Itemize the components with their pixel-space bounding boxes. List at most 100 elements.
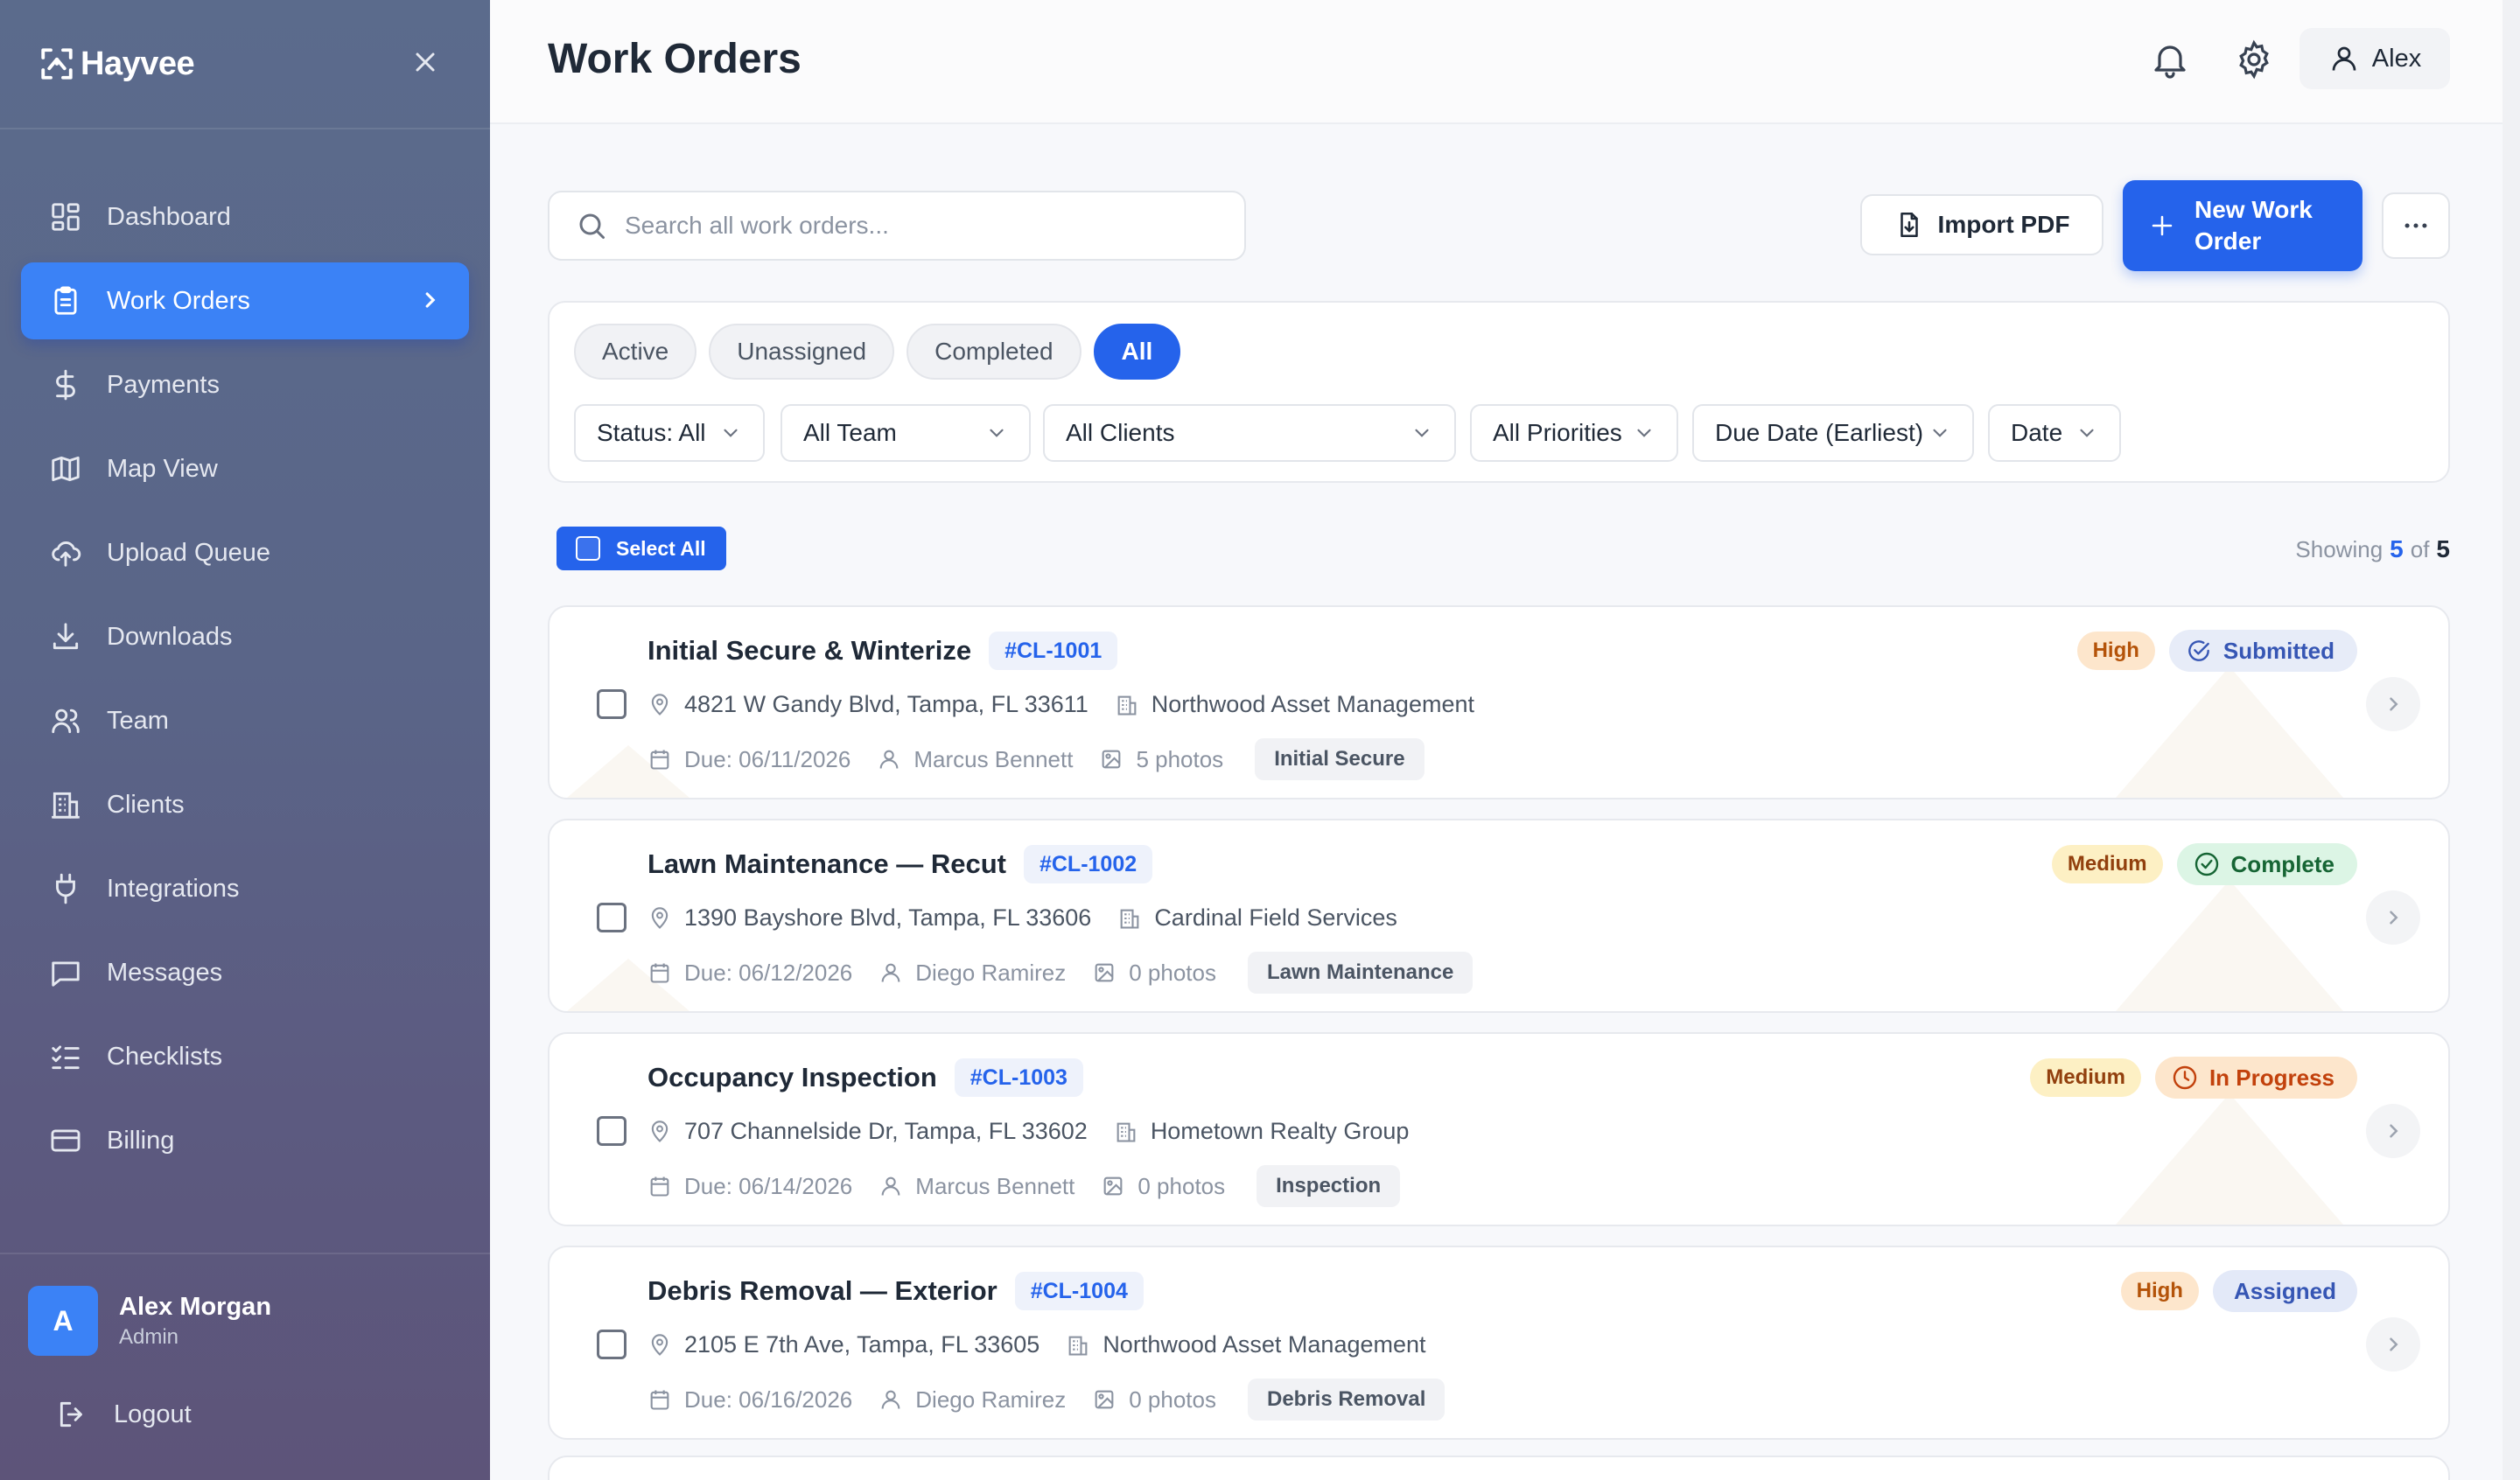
work-order-card[interactable]: Lawn Maintenance — Recut #CL-1002 1390 B… (548, 819, 2450, 1013)
work-order-header: Initial Secure & Winterize #CL-1001 (648, 632, 1118, 670)
filter-panel: Active Unassigned Completed All Status: … (548, 301, 2450, 483)
sort-select[interactable]: Due Date (Earliest) (1692, 404, 1974, 462)
more-options-button[interactable] (2382, 192, 2450, 259)
status-filter-select[interactable]: Status: All (574, 404, 765, 462)
work-order-checkbox[interactable] (597, 1330, 626, 1359)
sidebar-item-dashboard[interactable]: Dashboard (21, 178, 469, 255)
work-order-assignee: Diego Ramirez (915, 1386, 1067, 1413)
tab-completed[interactable]: Completed (906, 324, 1082, 380)
work-order-badges: High Assigned (2120, 1270, 2357, 1312)
work-order-code: #CL-1001 (989, 632, 1118, 670)
select-value: Due Date (Earliest) (1715, 419, 1924, 446)
card-decoration (2116, 880, 2343, 1011)
sidebar-item-messages[interactable]: Messages (21, 934, 469, 1011)
check-badge-icon (2188, 640, 2209, 661)
team-filter-select[interactable]: All Team (780, 404, 1031, 462)
clock-icon (2173, 1065, 2197, 1090)
status-badge: In Progress (2154, 1057, 2357, 1099)
logout-label: Logout (114, 1400, 192, 1428)
sidebar-item-team[interactable]: Team (21, 682, 469, 759)
work-order-due: Due: 06/14/2026 (684, 1172, 853, 1199)
calendar-icon (650, 963, 669, 983)
sidebar-item-label: Map View (107, 454, 218, 483)
work-order-card[interactable]: Initial Secure & Winterize #CL-1001 4821… (548, 605, 2450, 799)
work-order-checkbox[interactable] (597, 903, 626, 932)
sidebar-item-downloads[interactable]: Downloads (21, 598, 469, 675)
scrollbar[interactable] (2502, 0, 2520, 1480)
work-order-card[interactable]: Debris Removal — Exterior #CL-1004 2105 … (548, 1246, 2450, 1440)
notifications-button[interactable] (2149, 38, 2191, 80)
work-order-card-partial[interactable] (548, 1456, 2450, 1480)
settings-button[interactable] (2233, 38, 2275, 80)
app-logo[interactable]: Hayvee (38, 45, 195, 83)
image-icon (1103, 1176, 1123, 1196)
work-order-code: #CL-1002 (1023, 845, 1153, 883)
dashboard-icon (52, 203, 80, 231)
work-order-checkbox[interactable] (597, 1116, 626, 1146)
user-role: Admin (119, 1324, 179, 1349)
sidebar-item-label: Messages (107, 958, 223, 987)
user-profile[interactable]: A Alex Morgan Admin (0, 1254, 490, 1356)
sidebar-item-billing[interactable]: Billing (21, 1102, 469, 1179)
top-bar: Work Orders Alex (490, 0, 2502, 124)
import-pdf-button[interactable]: Import PDF (1860, 194, 2104, 255)
close-sidebar-button[interactable] (410, 46, 441, 82)
select-value: Date (2011, 419, 2063, 446)
chevron-down-icon (2080, 429, 2094, 437)
map-icon (52, 456, 80, 482)
new-work-order-button[interactable]: New Work Order (2123, 180, 2362, 271)
work-order-type-tag: Initial Secure (1255, 738, 1424, 780)
import-pdf-label: Import PDF (1937, 211, 2070, 238)
work-order-location: 2105 E 7th Ave, Tampa, FL 33605 Northwoo… (648, 1331, 1426, 1358)
work-order-due: Due: 06/11/2026 (684, 745, 851, 772)
work-order-meta: Due: 06/16/2026 Diego Ramirez 0 photos D… (648, 1379, 1446, 1421)
work-order-address: 4821 W Gandy Blvd, Tampa, FL 33611 (684, 691, 1088, 717)
priority-filter-select[interactable]: All Priorities (1470, 404, 1678, 462)
sidebar-item-map-view[interactable]: Map View (21, 430, 469, 507)
card-decoration (2116, 667, 2343, 798)
tab-active[interactable]: Active (574, 324, 697, 380)
sidebar-item-label: Work Orders (107, 286, 250, 315)
sidebar-footer: A Alex Morgan Admin Logout (0, 1253, 490, 1431)
date-filter-select[interactable]: Date (1988, 404, 2121, 462)
tab-unassigned[interactable]: Unassigned (709, 324, 895, 380)
logout-button[interactable]: Logout (0, 1356, 490, 1431)
work-order-header: Lawn Maintenance — Recut #CL-1002 (648, 845, 1153, 883)
search-input[interactable] (625, 212, 1220, 240)
work-order-card[interactable]: Occupancy Inspection #CL-1003 707 Channe… (548, 1032, 2450, 1226)
file-import-icon (1900, 212, 1918, 238)
select-all-button[interactable]: Select All (556, 527, 726, 570)
select-all-checkbox[interactable] (576, 536, 600, 561)
check-circle-icon (2194, 852, 2218, 876)
tab-all[interactable]: All (1093, 324, 1181, 380)
open-work-order-button[interactable] (2366, 1104, 2420, 1158)
work-order-badges: High Submitted (2076, 630, 2357, 672)
plug-icon (56, 873, 75, 904)
sidebar-item-integrations[interactable]: Integrations (21, 850, 469, 927)
open-work-order-button[interactable] (2366, 1317, 2420, 1372)
chevron-right-icon (425, 292, 436, 308)
building-icon (52, 792, 80, 819)
open-work-order-button[interactable] (2366, 890, 2420, 945)
work-order-badges: Medium Complete (2051, 843, 2357, 885)
card-decoration (2116, 1093, 2343, 1225)
sidebar-item-payments[interactable]: Payments (21, 346, 469, 423)
work-order-checkbox[interactable] (597, 689, 626, 719)
work-order-badges: Medium In Progress (2030, 1057, 2357, 1099)
sidebar-item-work-orders[interactable]: Work Orders (21, 262, 469, 339)
work-order-address: 2105 E 7th Ave, Tampa, FL 33605 (684, 1331, 1040, 1358)
chevron-down-icon (990, 429, 1004, 437)
open-work-order-button[interactable] (2366, 677, 2420, 731)
download-icon (52, 623, 79, 650)
search-box[interactable] (548, 191, 1246, 261)
client-filter-select[interactable]: All Clients (1043, 404, 1456, 462)
checklist-icon (52, 1045, 80, 1070)
sidebar-item-clients[interactable]: Clients (21, 766, 469, 843)
map-pin-icon (651, 906, 668, 929)
close-icon (416, 52, 435, 71)
sidebar-item-upload-queue[interactable]: Upload Queue (21, 514, 469, 591)
user-menu-button[interactable]: Alex (2300, 28, 2450, 89)
work-order-assignee: Diego Ramirez (915, 959, 1067, 986)
sidebar-item-checklists[interactable]: Checklists (21, 1018, 469, 1095)
work-order-client: Northwood Asset Management (1102, 1331, 1426, 1358)
